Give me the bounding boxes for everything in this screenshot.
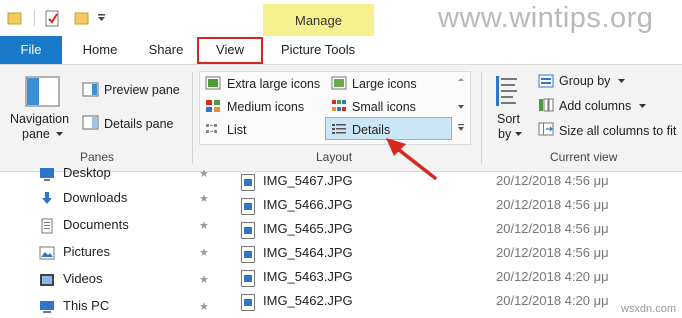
image-file-icon	[241, 222, 255, 239]
group-divider	[481, 72, 482, 164]
nav-item[interactable]: Desktop ★	[0, 160, 218, 187]
preview-pane-button[interactable]: Preview pane	[104, 83, 180, 97]
nav-item-label: Desktop	[63, 165, 111, 180]
new-folder-icon[interactable]	[74, 10, 90, 26]
pin-icon[interactable]: ★	[199, 300, 209, 313]
nav-item-label: Videos	[63, 271, 103, 286]
pictures-icon	[39, 246, 55, 260]
properties-icon[interactable]	[45, 10, 61, 28]
file-date-modified: 20/12/2018 4:20 μμ	[496, 269, 609, 284]
file-date-modified: 20/12/2018 4:56 μμ	[496, 173, 609, 188]
image-file-icon	[241, 174, 255, 191]
nav-item-label: Pictures	[63, 244, 110, 259]
list-icon	[206, 124, 217, 133]
title-bar: Manage www.wintips.org	[0, 0, 682, 36]
nav-item-label: This PC	[63, 298, 110, 313]
file-name[interactable]: IMG_5463.JPG	[263, 269, 353, 284]
nav-item[interactable]: This PC ★	[0, 293, 218, 318]
pin-icon[interactable]: ★	[199, 192, 209, 205]
pin-icon[interactable]: ★	[199, 273, 209, 286]
size-columns-icon	[538, 122, 554, 136]
tab-file[interactable]: File	[0, 36, 62, 64]
chevron-down-icon[interactable]	[639, 104, 647, 110]
image-file-icon	[241, 270, 255, 287]
qat-divider	[34, 10, 35, 26]
details-icon	[332, 124, 346, 134]
large-icons-icon	[331, 76, 347, 90]
file-name[interactable]: IMG_5465.JPG	[263, 221, 353, 236]
add-columns-button[interactable]: Add columns	[559, 99, 631, 113]
documents-icon	[41, 218, 53, 234]
customize-qat-icon[interactable]	[97, 13, 107, 23]
file-name[interactable]: IMG_5467.JPG	[263, 173, 353, 188]
file-date-modified: 20/12/2018 4:20 μμ	[496, 293, 609, 308]
nav-item[interactable]: Downloads ★	[0, 185, 218, 212]
layout-large-icons[interactable]: Large icons	[352, 77, 417, 91]
navigation-pane-icon[interactable]	[25, 76, 61, 108]
details-pane-button[interactable]: Details pane	[104, 117, 174, 131]
image-file-icon	[241, 294, 255, 311]
source-credit: wsxdn.com	[620, 303, 676, 315]
group-label-layout: Layout	[316, 150, 353, 164]
sort-by-label[interactable]: Sort	[497, 112, 520, 126]
file-date-modified: 20/12/2018 4:56 μμ	[496, 221, 609, 236]
chevron-down-icon[interactable]	[618, 79, 626, 85]
folder-icon[interactable]	[7, 10, 23, 26]
pin-icon[interactable]: ★	[199, 167, 209, 180]
this-pc-icon	[40, 301, 54, 313]
layout-extra-large-icons[interactable]: Extra large icons	[227, 77, 320, 91]
file-date-modified: 20/12/2018 4:56 μμ	[496, 245, 609, 260]
file-name[interactable]: IMG_5464.JPG	[263, 245, 353, 260]
size-all-columns-button[interactable]: Size all columns to fit	[559, 124, 676, 138]
small-icons-icon	[332, 100, 346, 111]
manage-context-label: Manage	[263, 4, 374, 36]
file-date-modified: 20/12/2018 4:56 μμ	[496, 197, 609, 212]
nav-item-label: Downloads	[63, 190, 128, 205]
medium-icons-icon	[206, 100, 220, 112]
group-divider	[192, 72, 193, 164]
tab-home[interactable]: Home	[74, 36, 126, 64]
nav-item-label: Documents	[63, 217, 129, 232]
layout-medium-icons[interactable]: Medium icons	[227, 100, 304, 114]
downloads-icon	[42, 192, 52, 204]
nav-item[interactable]: Documents ★	[0, 212, 218, 239]
navigation-pane-label-2[interactable]: pane	[22, 127, 50, 141]
extra-large-icons-icon	[205, 76, 221, 90]
group-by-button[interactable]: Group by	[559, 74, 610, 88]
sort-by-label-2[interactable]: by	[498, 127, 511, 141]
image-file-icon	[241, 246, 255, 263]
chevron-down-icon[interactable]	[515, 132, 523, 138]
details-pane-icon[interactable]	[82, 115, 100, 131]
desktop-icon	[40, 168, 54, 181]
videos-icon	[40, 274, 54, 286]
layout-list[interactable]: List	[227, 123, 246, 137]
add-columns-icon	[539, 98, 554, 112]
sort-by-icon[interactable]	[494, 74, 520, 108]
nav-item[interactable]: Videos ★	[0, 266, 218, 293]
tab-share[interactable]: Share	[140, 36, 192, 64]
file-name[interactable]: IMG_5466.JPG	[263, 197, 353, 212]
image-file-icon	[241, 198, 255, 215]
pin-icon[interactable]: ★	[199, 246, 209, 259]
group-by-icon	[538, 74, 554, 88]
layout-small-icons[interactable]: Small icons	[352, 100, 416, 114]
navigation-pane-label[interactable]: Navigation	[10, 112, 69, 126]
gallery-scroll-icon[interactable]	[456, 78, 466, 140]
nav-item[interactable]: Pictures ★	[0, 239, 218, 266]
watermark: www.wintips.org	[438, 2, 654, 34]
file-name[interactable]: IMG_5462.JPG	[263, 293, 353, 308]
tab-view[interactable]: View	[199, 36, 261, 64]
group-label-current-view: Current view	[550, 150, 618, 164]
chevron-down-icon[interactable]	[56, 132, 64, 138]
preview-pane-icon[interactable]	[82, 82, 100, 98]
pin-icon[interactable]: ★	[199, 219, 209, 232]
annotation-arrow	[386, 138, 437, 180]
tab-picture-tools[interactable]: Picture Tools	[268, 36, 368, 64]
